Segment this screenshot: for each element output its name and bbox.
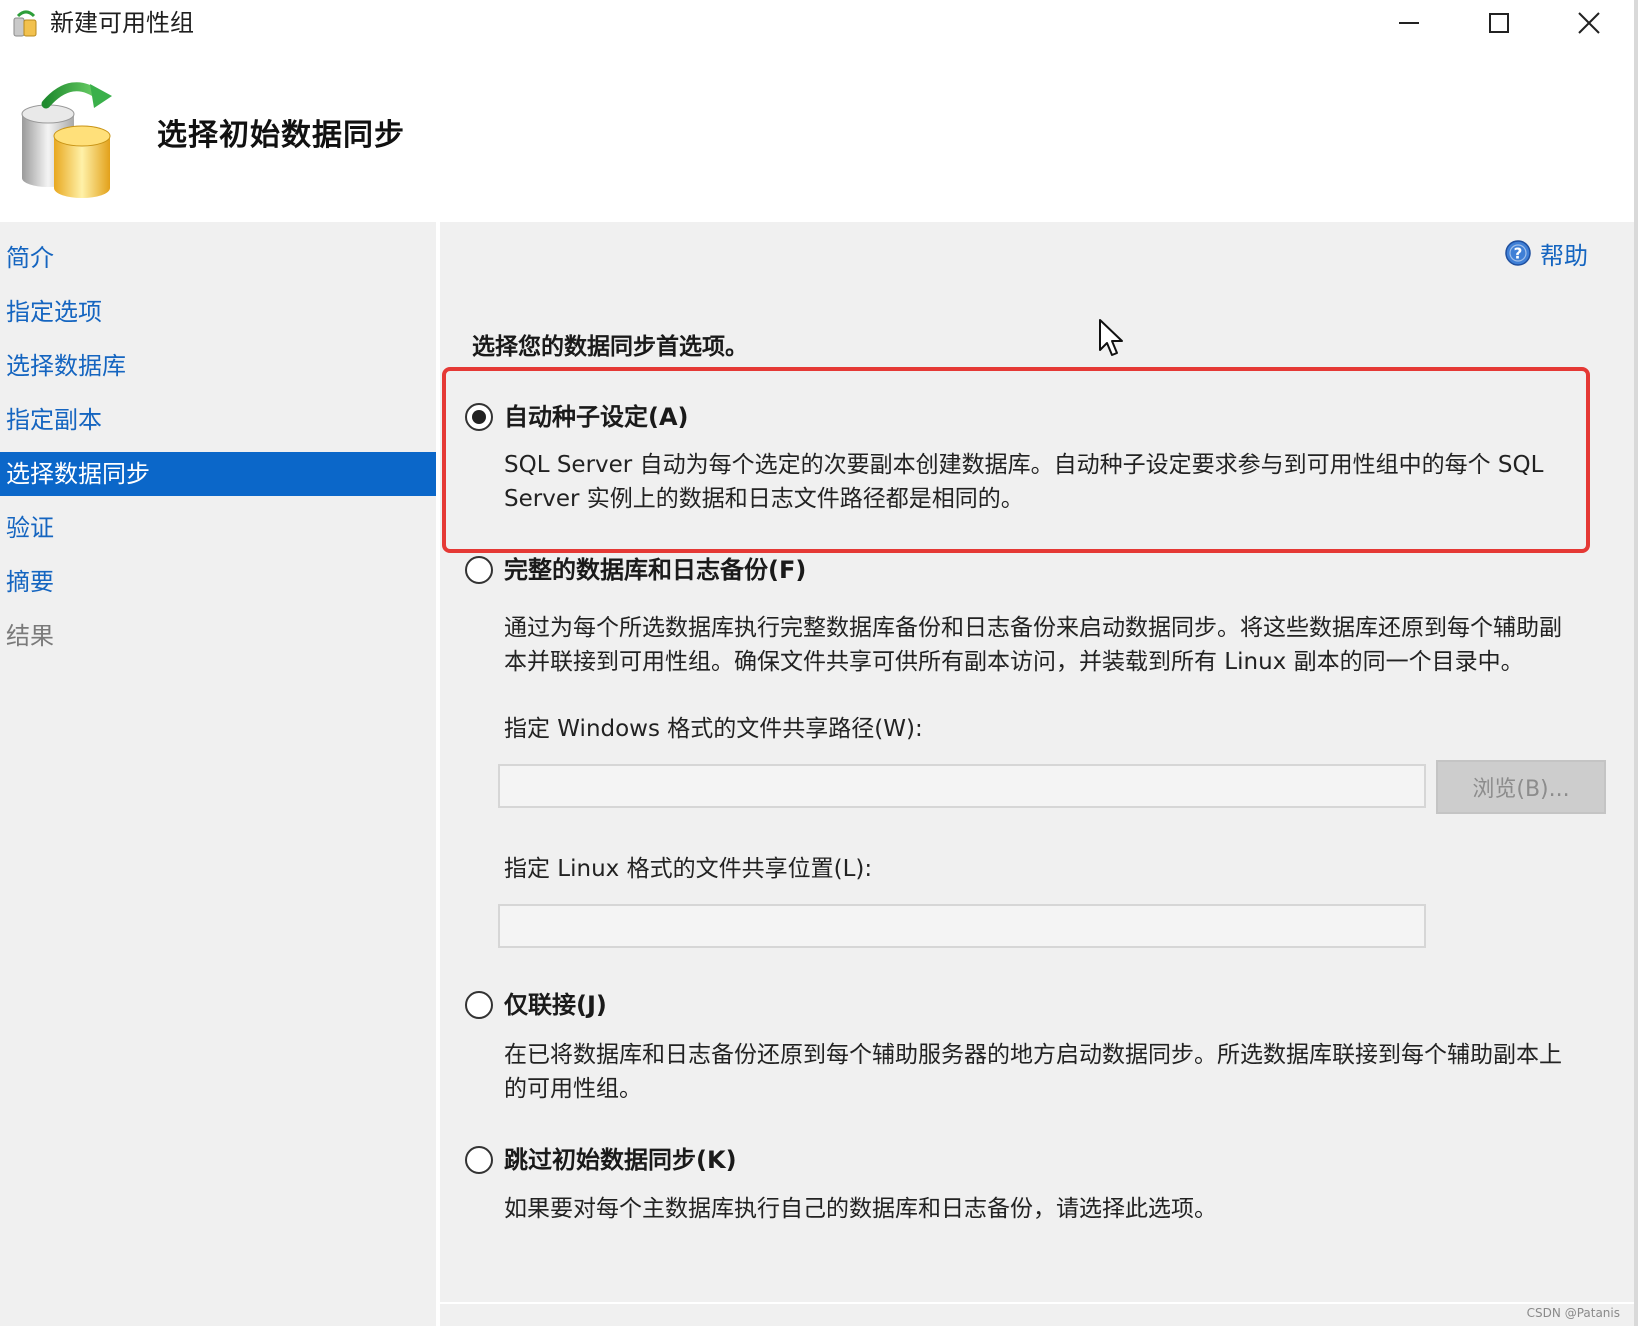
window-border [1634,0,1638,1326]
windows-share-path-input[interactable] [498,764,1426,808]
maximize-button[interactable] [1454,0,1544,46]
linux-share-label: 指定 Linux 格式的文件共享位置(L): [504,856,873,882]
wizard-nav: 简介 指定选项 选择数据库 指定副本 选择数据同步 验证 摘要 结果 [0,222,436,1326]
nav-item-intro[interactable]: 简介 [0,236,436,280]
nav-item-select-databases[interactable]: 选择数据库 [0,344,436,388]
nav-item-results: 结果 [6,622,54,650]
help-label: 帮助 [1540,241,1588,270]
option-desc-join-only: 在已将数据库和日志备份还原到每个辅助服务器的地方启动数据同步。所选数据库联接到每… [504,1042,1562,1102]
database-sync-icon [21,82,112,198]
nav-item-validation[interactable]: 验证 [0,506,436,550]
radio-automatic-seeding[interactable] [465,403,493,431]
svg-text:?: ? [1514,245,1523,263]
page-title: 选择初始数据同步 [157,118,405,153]
availability-group-icon [13,10,37,37]
option-label-automatic-seeding[interactable]: 自动种子设定(A) [504,400,689,434]
browse-button[interactable]: 浏览(B)... [1436,760,1606,814]
window-title: 新建可用性组 [50,9,194,37]
option-desc-full-backup: 通过为每个所选数据库执行完整数据库备份和日志备份来启动数据同步。将这些数据库还原… [504,615,1562,675]
sync-preference-prompt: 选择您的数据同步首选项。 [472,334,748,360]
watermark: CSDN @Patanis [1526,1306,1620,1320]
option-desc-automatic-seeding: SQL Server 自动为每个选定的次要副本创建数据库。自动种子设定要求参与到… [504,452,1544,512]
minimize-icon [1399,22,1419,24]
maximize-icon [1489,13,1509,33]
nav-item-summary[interactable]: 摘要 [0,560,436,604]
help-icon: ? [1505,240,1531,266]
option-label-full-backup[interactable]: 完整的数据库和日志备份(F) [504,553,806,587]
title-bar: 新建可用性组 [0,0,1638,46]
nav-item-specify-replicas[interactable]: 指定副本 [0,398,436,442]
windows-share-label: 指定 Windows 格式的文件共享路径(W): [504,716,923,742]
linux-share-path-input[interactable] [498,904,1426,948]
help-link[interactable]: ? 帮助 [1504,236,1588,270]
nav-item-data-sync[interactable]: 选择数据同步 [0,452,436,496]
close-button[interactable] [1544,0,1634,46]
nav-item-specify-options[interactable]: 指定选项 [0,290,436,334]
bottom-strip [440,1302,1634,1326]
close-icon [1578,12,1600,34]
radio-skip-initial-sync[interactable] [465,1146,493,1174]
minimize-button[interactable] [1364,0,1454,46]
mouse-cursor-icon [1099,319,1123,356]
option-label-skip-initial-sync[interactable]: 跳过初始数据同步(K) [504,1143,737,1177]
option-label-join-only[interactable]: 仅联接(J) [504,988,607,1022]
page-header: 选择初始数据同步 [0,46,1638,222]
radio-full-backup[interactable] [465,556,493,584]
option-desc-skip-initial-sync: 如果要对每个主数据库执行自己的数据库和日志备份，请选择此选项。 [504,1196,1217,1222]
radio-join-only[interactable] [465,991,493,1019]
